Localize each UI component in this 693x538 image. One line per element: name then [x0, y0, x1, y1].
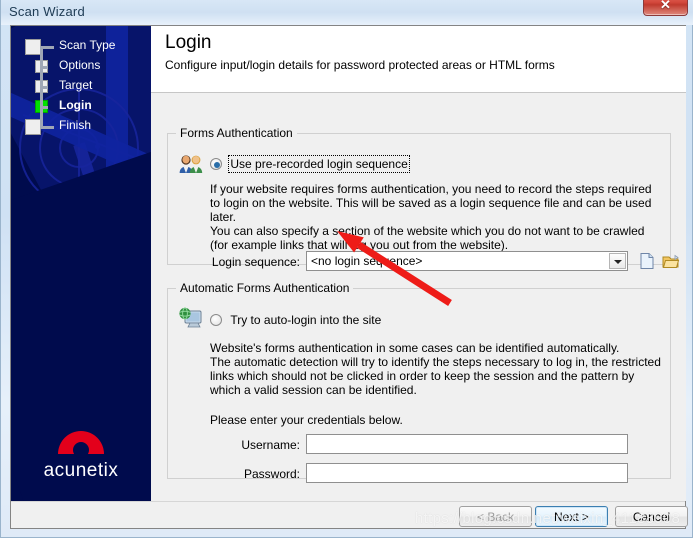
password-input[interactable]	[307, 464, 627, 482]
password-field[interactable]	[306, 463, 628, 483]
page-body: Forms Authentication Use pre-recorded lo…	[151, 93, 686, 501]
next-button[interactable]: Next >	[535, 506, 608, 527]
step-marker-icon	[25, 39, 41, 55]
back-button[interactable]: < Back	[459, 506, 532, 527]
credentials-instruction: Please enter your credentials below.	[210, 413, 403, 427]
forms-authentication-legend: Forms Authentication	[180, 126, 293, 140]
password-label: Password:	[243, 467, 300, 481]
wizard-sidebar: Scan Type Options Target Login Finish acunet…	[11, 26, 151, 501]
chevron-down-icon[interactable]	[609, 253, 626, 269]
step-connector-stub	[40, 86, 48, 89]
title-bar: Scan Wizard ✕	[1, 0, 693, 25]
sidebar-step-label: Target	[59, 78, 93, 92]
acunetix-logo: acunetix	[11, 431, 151, 482]
close-icon: ✕	[660, 0, 671, 12]
sidebar-step-label: Scan Type	[59, 38, 116, 52]
radio-try-auto-login-label: Try to auto-login into the site	[230, 313, 382, 327]
login-sequence-value: <no login sequence>	[311, 254, 423, 268]
open-folder-icon[interactable]	[662, 252, 680, 270]
dialog-footer: < Back Next > Cancel	[11, 501, 688, 528]
step-connector-stub	[40, 66, 48, 69]
automatic-forms-authentication-legend: Automatic Forms Authentication	[180, 281, 350, 295]
page-subtitle: Configure input/login details for passwo…	[165, 58, 555, 72]
step-connector-stub	[40, 126, 54, 129]
new-file-icon[interactable]	[638, 252, 656, 270]
globe-monitor-icon	[179, 307, 202, 328]
page-title: Login	[165, 32, 212, 53]
acunetix-arch-logo-icon	[58, 431, 104, 458]
radio-use-prerecorded-label: Use pre-recorded login sequence	[228, 155, 410, 173]
sidebar-step-options[interactable]: Options	[11, 58, 151, 78]
radio-try-auto-login[interactable]: Try to auto-login into the site	[210, 313, 381, 327]
username-label: Username:	[241, 438, 300, 452]
step-connector-stub	[40, 106, 48, 109]
cancel-button[interactable]: Cancel	[615, 506, 688, 527]
username-field[interactable]	[306, 434, 628, 454]
login-sequence-combobox[interactable]: <no login sequence>	[306, 251, 628, 271]
sidebar-step-target[interactable]: Target	[11, 78, 151, 98]
sidebar-step-login[interactable]: Login	[11, 98, 151, 118]
forms-authentication-group: Forms Authentication Use pre-recorded lo…	[167, 126, 680, 271]
forms-authentication-description: If your website requires forms authentic…	[210, 182, 652, 252]
step-connector-stub	[40, 46, 54, 49]
automatic-forms-authentication-group: Automatic Forms Authentication Try to au…	[167, 281, 671, 483]
window-title: Scan Wizard	[9, 4, 85, 19]
radio-use-prerecorded-login-sequence[interactable]: Use pre-recorded login sequence	[210, 155, 410, 173]
sidebar-step-label: Finish	[59, 118, 92, 132]
page-header: Login Configure input/login details for …	[151, 26, 686, 93]
step-marker-icon	[25, 119, 41, 135]
radio-selected-icon	[210, 158, 222, 170]
close-button[interactable]: ✕	[643, 0, 688, 16]
sidebar-step-finish[interactable]: Finish	[11, 118, 151, 138]
dialog-client-area: Scan Type Options Target Login Finish acunet…	[10, 25, 688, 529]
two-users-icon	[179, 155, 203, 173]
login-sequence-label: Login sequence:	[211, 255, 300, 269]
acunetix-logo-text: acunetix	[43, 460, 119, 481]
sidebar-step-label: Login	[59, 98, 92, 112]
sidebar-step-label: Options	[59, 58, 101, 72]
radio-unselected-icon	[210, 314, 222, 326]
automatic-forms-authentication-description: Website's forms authentication in some c…	[210, 341, 661, 397]
username-input[interactable]	[307, 435, 627, 453]
scan-wizard-window: Scan Wizard ✕ Scan Type Options Target Logi…	[0, 0, 693, 538]
sidebar-step-scan-type[interactable]: Scan Type	[11, 38, 151, 58]
